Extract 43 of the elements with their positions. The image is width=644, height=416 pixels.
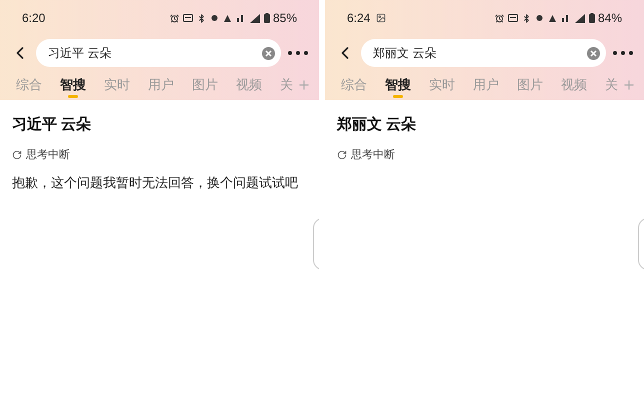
search-tab[interactable]: 实时 xyxy=(104,72,130,98)
clock-time: 6:20 xyxy=(22,10,46,27)
search-tab[interactable]: 图片 xyxy=(192,72,218,98)
refresh-icon xyxy=(337,150,347,160)
more-icon[interactable] xyxy=(612,50,634,56)
signal-icon xyxy=(250,14,260,22)
search-tab[interactable]: 综合 xyxy=(16,72,42,98)
answer-text: 抱歉，这个问题我暂时无法回答，换个问题试试吧 xyxy=(12,174,299,192)
alarm-icon xyxy=(494,14,504,22)
battery-icon xyxy=(264,13,270,23)
result-title: 习近平 云朵 xyxy=(12,115,92,135)
search-tab[interactable]: 智搜 xyxy=(385,72,411,98)
alarm-icon xyxy=(170,14,179,22)
result-title: 郑丽文 云朵 xyxy=(337,115,418,135)
search-tab[interactable]: 关 xyxy=(280,72,293,98)
search-field[interactable]: 郑丽文 云朵 xyxy=(361,39,606,67)
search-tab[interactable]: 图片 xyxy=(517,72,543,98)
search-tab[interactable]: 视频 xyxy=(236,72,262,98)
status-text: 思考中断 xyxy=(351,148,395,162)
search-field[interactable]: 习近平 云朵 xyxy=(36,39,281,67)
battery-percent: 85% xyxy=(272,10,297,27)
bluetooth-icon xyxy=(522,14,531,22)
bluetooth-icon xyxy=(196,14,206,22)
search-tab[interactable]: 关 xyxy=(605,72,618,98)
search-tab[interactable]: 实时 xyxy=(429,72,455,98)
card-icon xyxy=(508,14,518,22)
clear-icon[interactable] xyxy=(262,46,275,60)
search-tab[interactable]: 用户 xyxy=(473,72,499,98)
search-tab[interactable]: 智搜 xyxy=(60,72,86,98)
search-tab[interactable]: 用户 xyxy=(148,72,174,98)
card-icon xyxy=(182,14,193,22)
clear-icon[interactable] xyxy=(587,46,600,60)
search-tab[interactable]: 综合 xyxy=(341,72,367,98)
tab-indicator xyxy=(68,95,78,98)
search-tab[interactable]: 视频 xyxy=(561,72,587,98)
tab-indicator xyxy=(393,95,403,98)
refresh-icon xyxy=(12,150,22,160)
more-icon[interactable] xyxy=(287,50,309,56)
battery-icon xyxy=(588,13,595,23)
status-text: 思考中断 xyxy=(26,148,70,162)
signal-icon xyxy=(574,14,585,22)
clock-time: 6:24 xyxy=(347,10,370,27)
battery-percent: 84% xyxy=(598,10,622,27)
